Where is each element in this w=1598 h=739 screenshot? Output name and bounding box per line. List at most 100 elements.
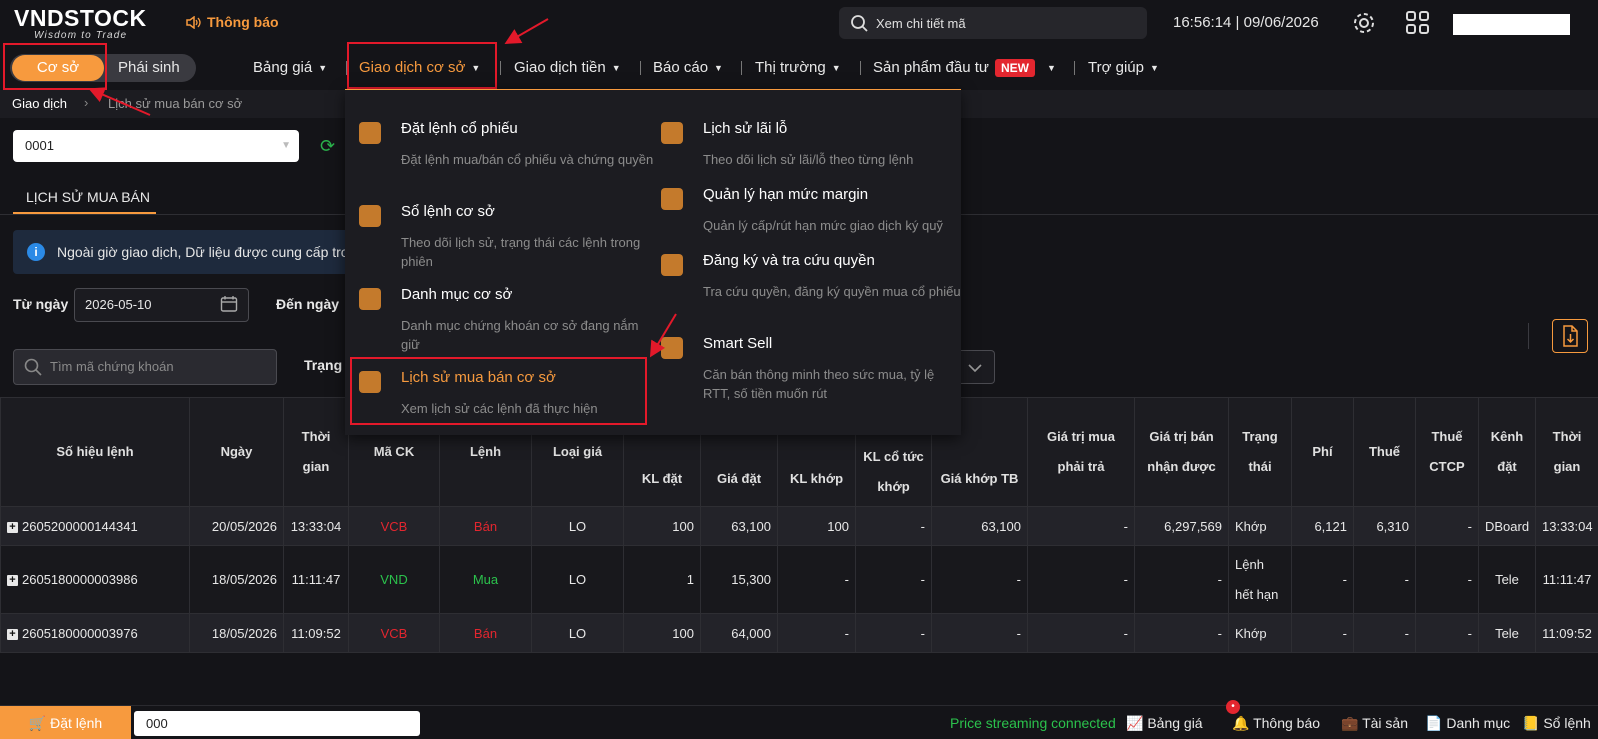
nav-divider [1074, 61, 1075, 75]
notebook-icon: 📒 [1522, 715, 1544, 731]
notice-label: Thông báo [207, 14, 279, 30]
nav-tro-giup-label: Trợ giúp [1088, 59, 1144, 76]
user-account-box[interactable] [1453, 14, 1570, 35]
highlight-box-segment [3, 43, 107, 90]
nav-san-pham-label: Sản phẩm đầu tư [873, 59, 989, 76]
export-button[interactable] [1552, 319, 1588, 353]
info-text: Ngoài giờ giao dịch, Dữ liệu được cung c… [57, 244, 365, 260]
quick-order-input[interactable]: 000 [134, 711, 420, 736]
chevron-down-icon [968, 364, 982, 373]
document-icon: 📄 [1425, 715, 1447, 731]
status-select[interactable] [955, 350, 995, 384]
col-channel[interactable]: Kênh đặt [1478, 397, 1536, 507]
top-bar: VNDSTOCK Wisdom to Trade Thông báo Xem c… [0, 0, 1598, 46]
nav-divider [741, 61, 742, 75]
main-nav: Cơ sở Phái sinh Bảng giá ▼ Giao dịch cơ s… [0, 42, 1598, 90]
caret-down-icon: ▼ [1046, 63, 1056, 74]
col-fee[interactable]: Phí [1291, 397, 1354, 507]
segment-phai-sinh[interactable]: Phái sinh [118, 54, 180, 82]
expand-plus-icon[interactable]: + [7, 628, 18, 640]
table-row[interactable]: +2605180000003986 18/05/2026 11:11:47 VN… [0, 545, 1598, 614]
refresh-icon[interactable]: ⟳ [320, 136, 335, 157]
nav-divider [860, 61, 861, 75]
info-icon: i [27, 243, 45, 261]
bottom-portfolio[interactable]: 📄 Danh mục [1425, 715, 1510, 732]
speaker-icon [186, 15, 201, 29]
receipt-icon [661, 122, 683, 144]
col-order-no[interactable]: Số hiệu lệnh [0, 397, 190, 507]
nav-giao-dich-tien[interactable]: Giao dịch tiền ▼ [514, 46, 621, 90]
caret-down-icon: ▼ [611, 63, 621, 74]
col-ctcp-tax[interactable]: Thuế CTCP [1415, 397, 1479, 507]
highlight-box-nav [347, 42, 497, 89]
stock-search-input[interactable]: Tìm mã chứng khoán [13, 349, 277, 385]
apps-grid-icon[interactable] [1405, 10, 1431, 36]
cart-icon: 🛒 [28, 715, 51, 731]
giao-dich-co-so-menu: Đặt lệnh cổ phiếu Đặt lệnh mua/bán cổ ph… [345, 89, 961, 435]
logo-text: VNDSTOCK [14, 5, 147, 31]
caret-down-icon: ▼ [831, 63, 841, 74]
col-pay-value[interactable]: Giá trị mua phải trả [1027, 397, 1135, 507]
box-icon [661, 337, 683, 359]
gear-icon[interactable] [1351, 10, 1377, 36]
search-icon [24, 358, 42, 376]
bottom-price-board[interactable]: 📈 Bảng giá [1126, 715, 1203, 732]
nav-bang-gia[interactable]: Bảng giá ▼ [253, 46, 327, 90]
account-select[interactable]: 0001 ▼ [13, 130, 299, 162]
search-icon [851, 14, 868, 32]
search-placeholder: Xem chi tiết mã [876, 15, 966, 31]
nav-bang-gia-label: Bảng giá [253, 59, 313, 76]
nav-san-pham-dau-tu[interactable]: Sản phẩm đầu tư NEW ▼ [873, 46, 1056, 90]
portfolio-icon [359, 288, 381, 310]
caret-down-icon: ▼ [714, 63, 723, 74]
caret-down-icon: ▼ [318, 63, 328, 74]
order-history-table: Số hiệu lệnh Ngày Thời gian Mã CK Lệnh Lo… [0, 397, 1598, 653]
wallet-icon: 💼 [1341, 715, 1363, 731]
file-export-icon [1563, 325, 1578, 347]
table-row[interactable]: +2605200000144341 20/05/2026 13:33:04 VC… [0, 506, 1598, 546]
tab-lich-su-mua-ban[interactable]: LỊCH SỬ MUA BÁN [13, 180, 156, 214]
stock-search-placeholder: Tìm mã chứng khoán [50, 359, 174, 374]
col-tax[interactable]: Thuế [1353, 397, 1416, 507]
col-recv-value[interactable]: Giá trị bán nhận được [1134, 397, 1229, 507]
chevron-down-icon: ▼ [281, 140, 291, 151]
bottom-assets[interactable]: 💼 Tài sản [1341, 715, 1408, 732]
calendar-icon[interactable] [220, 295, 238, 313]
expand-plus-icon[interactable]: + [7, 521, 18, 533]
from-date-label: Từ ngày [13, 296, 69, 312]
breadcrumb-current: Lịch sử mua bán cơ sở [108, 96, 243, 111]
nav-giao-dich-tien-label: Giao dịch tiền [514, 59, 606, 76]
bell-icon: 🔔 [1232, 715, 1254, 731]
nav-thi-truong-label: Thị trường [755, 59, 826, 76]
table-row[interactable]: +2605180000003976 18/05/2026 11:09:52 VC… [0, 613, 1598, 653]
nav-bao-cao-label: Báo cáo [653, 59, 709, 76]
symbol-search-input[interactable]: Xem chi tiết mã [839, 7, 1147, 39]
col-date[interactable]: Ngày [189, 397, 284, 507]
expand-plus-icon[interactable]: + [7, 574, 18, 586]
col-status[interactable]: Trạng thái [1228, 397, 1292, 507]
toolbar-divider [1528, 323, 1529, 349]
book-icon [359, 205, 381, 227]
col-time[interactable]: Thời gian [283, 397, 349, 507]
col-time-2[interactable]: Thời gian [1535, 397, 1598, 507]
nav-thi-truong[interactable]: Thị trường ▼ [755, 46, 841, 90]
bottom-order-book[interactable]: 📒 Sổ lệnh [1522, 715, 1591, 732]
logo-tagline: Wisdom to Trade [34, 30, 128, 41]
place-order-button[interactable]: 🛒 Đặt lệnh [0, 706, 131, 739]
notification-dot: • [1226, 700, 1240, 714]
bottom-notification[interactable]: 🔔 Thông báo [1232, 715, 1320, 732]
new-badge: NEW [994, 59, 1035, 78]
chart-up-icon [359, 122, 381, 144]
chevron-right-icon: › [84, 95, 89, 110]
notice-link[interactable]: Thông báo [186, 14, 279, 30]
to-date-label: Đến ngày [276, 296, 340, 312]
stream-status: Price streaming connected [950, 715, 1116, 731]
breadcrumb-root[interactable]: Giao dịch [12, 96, 67, 111]
logo[interactable]: VNDSTOCK Wisdom to Trade [14, 6, 147, 41]
nav-bao-cao[interactable]: Báo cáo ▼ [653, 46, 723, 90]
status-filter-label: Trạng t [304, 357, 351, 373]
nav-tro-giup[interactable]: Trợ giúp ▼ [1088, 46, 1159, 90]
clock: 16:56:14 | 09/06/2026 [1173, 14, 1319, 31]
highlight-box-menu-item [350, 357, 647, 425]
from-date-input[interactable]: 2026-05-10 [74, 288, 249, 322]
